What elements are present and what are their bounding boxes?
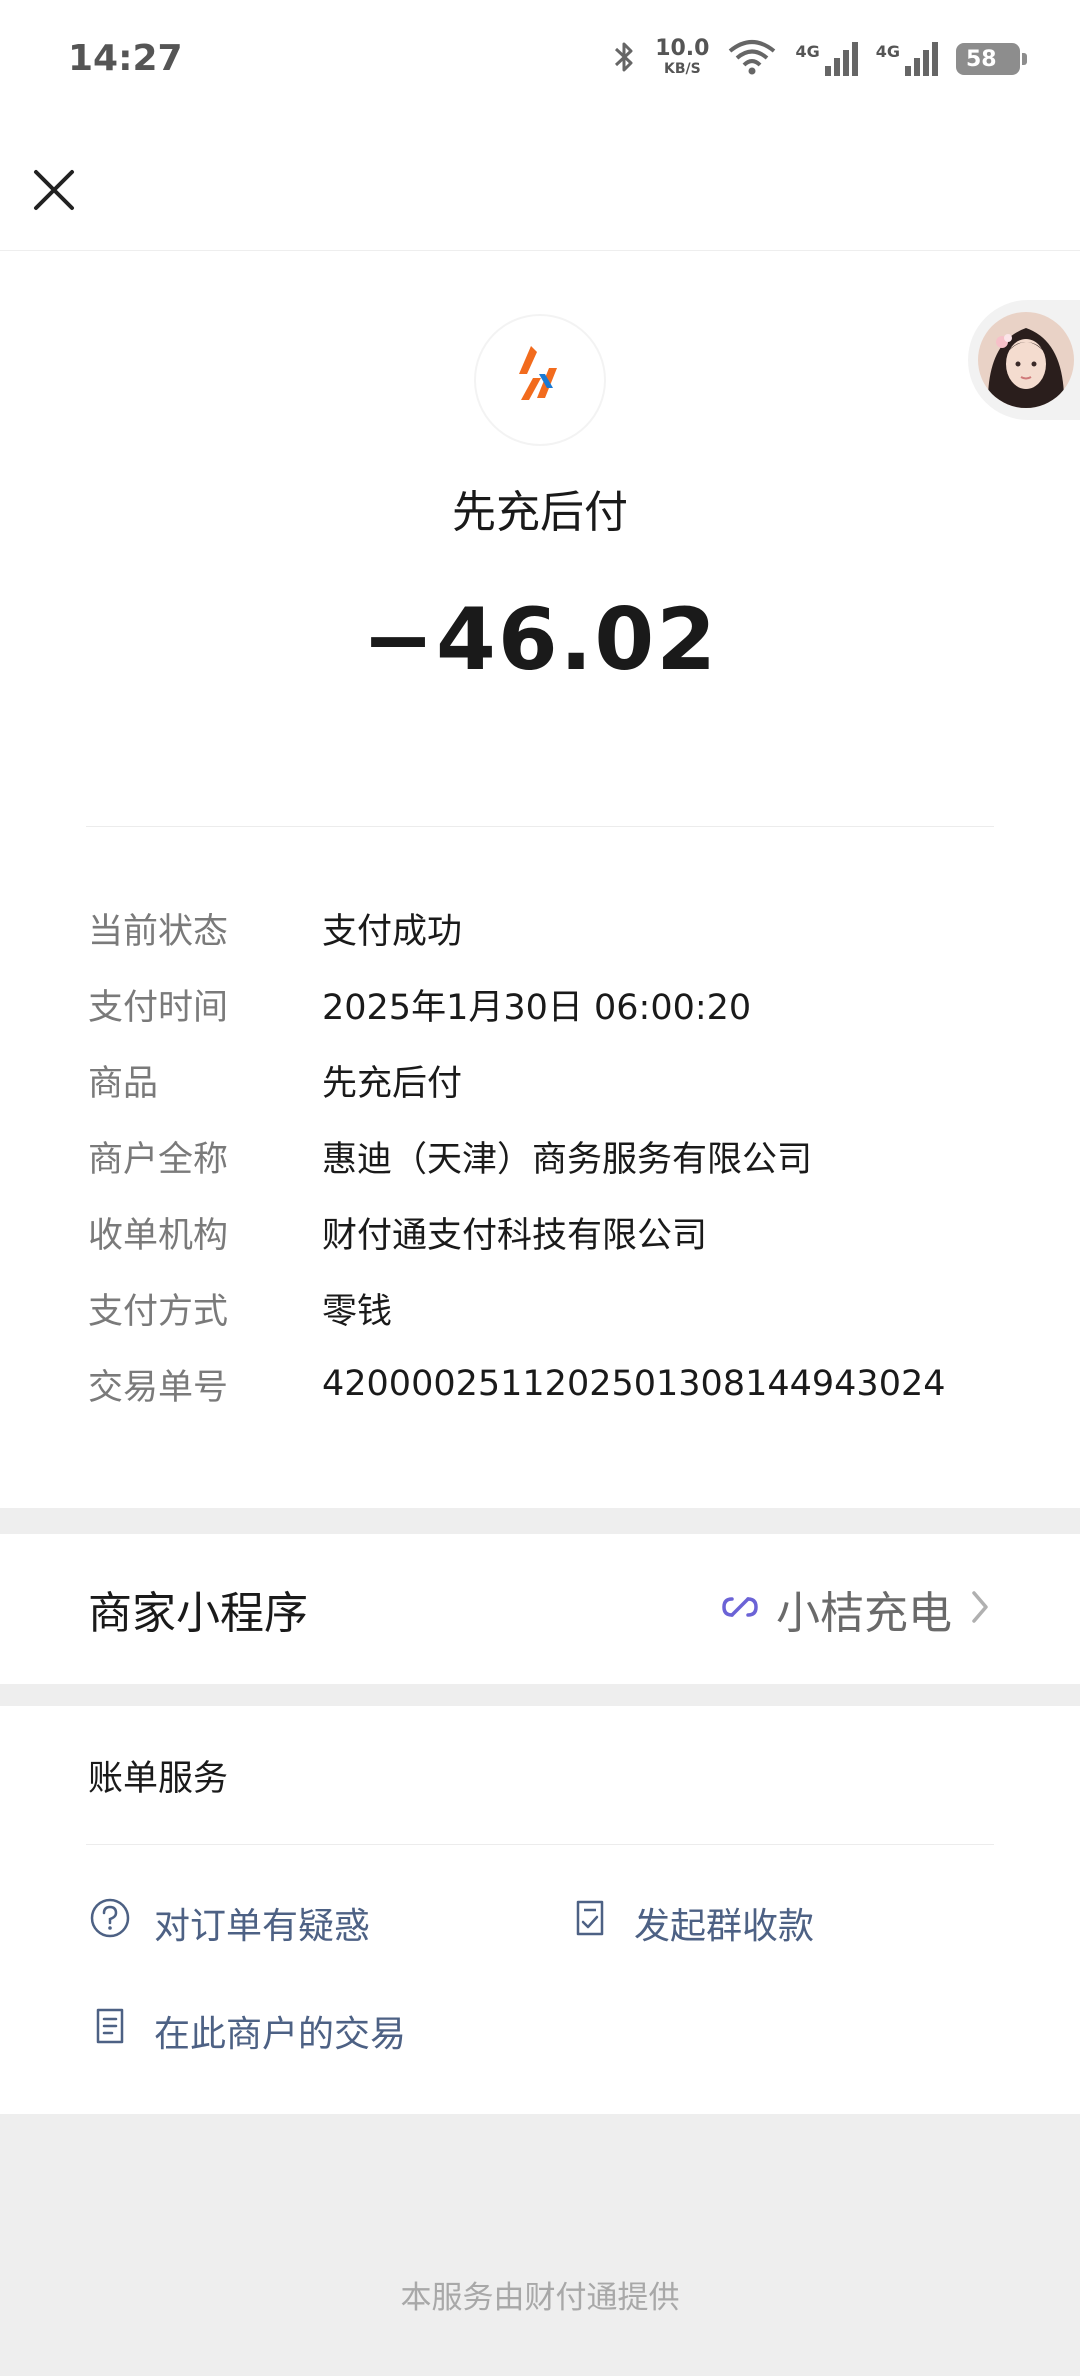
order-question-button[interactable]: 对订单有疑惑 bbox=[88, 1896, 370, 1949]
payment-amount: −46.02 bbox=[361, 590, 719, 690]
status-time: 14:27 bbox=[68, 38, 183, 79]
group-collect-label: 发起群收款 bbox=[634, 1905, 815, 1947]
sim1-type: 4G bbox=[795, 42, 820, 61]
section-separator bbox=[0, 1508, 1080, 1534]
net-speed-value: 10.0 bbox=[655, 36, 710, 61]
detail-label: 支付时间 bbox=[88, 987, 229, 1028]
status-bar: 14:27 10.0 KB/S 4G 4G 58 bbox=[0, 0, 1080, 120]
nav-bar bbox=[0, 120, 1080, 251]
signal-sim2-icon: 4G bbox=[876, 42, 938, 76]
footer: 本服务由财付通提供 bbox=[0, 2114, 1080, 2376]
mini-program-name: 小桔充电 bbox=[776, 1588, 952, 1639]
detail-value: 财付通支付科技有限公司 bbox=[322, 1215, 708, 1256]
avatar bbox=[978, 312, 1074, 408]
chevron-right-icon bbox=[966, 1585, 994, 1633]
floating-assistant-avatar[interactable] bbox=[968, 300, 1080, 420]
signal-sim1-icon: 4G bbox=[795, 42, 858, 76]
close-icon bbox=[24, 170, 84, 224]
merchant-transactions-label: 在此商户的交易 bbox=[154, 2013, 407, 2055]
bill-service-section: 账单服务 对订单有疑惑 发起群收款 在此商户的交易 bbox=[0, 1706, 1080, 2114]
detail-row-acquirer: 收单机构 财付通支付科技有限公司 bbox=[88, 1194, 1008, 1270]
document-icon bbox=[88, 2004, 132, 2057]
merchant-transactions-button[interactable]: 在此商户的交易 bbox=[88, 2004, 406, 2057]
detail-label: 支付方式 bbox=[88, 1291, 229, 1332]
detail-label: 商户全称 bbox=[88, 1139, 229, 1180]
transaction-details: 当前状态 支付成功 支付时间 2025年1月30日 06:00:20 商品 先充… bbox=[88, 890, 1008, 1422]
detail-row-pay-time: 支付时间 2025年1月30日 06:00:20 bbox=[88, 966, 1008, 1042]
net-speed: 10.0 KB/S bbox=[655, 36, 710, 79]
status-icons: 10.0 KB/S 4G 4G 58 bbox=[611, 34, 1027, 84]
battery-level: 58 bbox=[966, 46, 997, 72]
detail-value: 先充后付 bbox=[322, 1063, 463, 1104]
close-button[interactable] bbox=[24, 160, 84, 220]
detail-label: 当前状态 bbox=[88, 911, 229, 952]
bluetooth-icon bbox=[611, 39, 637, 79]
question-circle-icon bbox=[88, 1896, 132, 1949]
wifi-icon bbox=[727, 39, 777, 79]
mini-program-label: 商家小程序 bbox=[88, 1588, 308, 1639]
detail-value: 支付成功 bbox=[322, 911, 463, 952]
bill-check-icon bbox=[568, 1896, 612, 1949]
bill-service-title: 账单服务 bbox=[88, 1759, 229, 1799]
detail-value: 惠迪（天津）商务服务有限公司 bbox=[322, 1139, 813, 1180]
detail-value: 2025年1月30日 06:00:20 bbox=[322, 987, 752, 1028]
detail-value: 零钱 bbox=[322, 1291, 393, 1332]
divider bbox=[86, 1844, 994, 1845]
detail-row-merchant-fullname: 商户全称 惠迪（天津）商务服务有限公司 bbox=[88, 1118, 1008, 1194]
mini-program-link[interactable]: 小桔充电 bbox=[718, 1577, 994, 1641]
net-speed-unit: KB/S bbox=[663, 61, 701, 77]
order-question-label: 对订单有疑惑 bbox=[154, 1905, 371, 1947]
detail-row-transaction-id: 交易单号 4200002511202501308144943024 bbox=[88, 1346, 1008, 1422]
divider bbox=[86, 826, 994, 827]
detail-row-status: 当前状态 支付成功 bbox=[88, 890, 1008, 966]
battery-icon: 58 bbox=[956, 43, 1027, 75]
detail-label: 交易单号 bbox=[88, 1367, 229, 1408]
section-separator bbox=[0, 1684, 1080, 1706]
merchant-logo bbox=[476, 316, 604, 444]
detail-row-pay-method: 支付方式 零钱 bbox=[88, 1270, 1008, 1346]
detail-label: 收单机构 bbox=[88, 1215, 229, 1256]
detail-value[interactable]: 4200002511202501308144943024 bbox=[322, 1364, 946, 1404]
group-collect-button[interactable]: 发起群收款 bbox=[568, 1896, 814, 1949]
merchant-name: 先充后付 bbox=[452, 487, 628, 538]
link-icon bbox=[718, 1585, 762, 1633]
footer-provider-text: 本服务由财付通提供 bbox=[400, 2280, 680, 2316]
detail-row-product: 商品 先充后付 bbox=[88, 1042, 1008, 1118]
sim2-type: 4G bbox=[875, 42, 900, 61]
detail-label: 商品 bbox=[88, 1063, 159, 1104]
merchant-mini-program-row[interactable]: 商家小程序 小桔充电 bbox=[0, 1534, 1080, 1684]
